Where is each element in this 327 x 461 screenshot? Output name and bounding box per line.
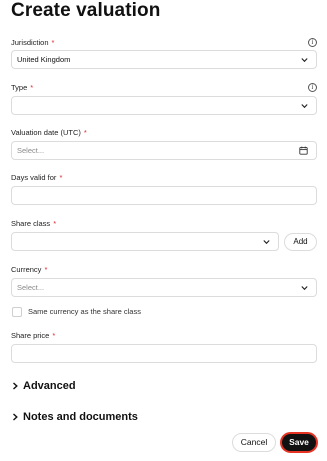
share-price-label: Share price * <box>11 331 55 340</box>
info-icon[interactable]: i <box>308 83 317 92</box>
page-title: Create valuation <box>11 0 161 21</box>
jurisdiction-label-text: Jurisdiction <box>11 38 49 47</box>
required-marker: * <box>44 265 48 274</box>
type-label-text: Type <box>11 83 28 92</box>
calendar-icon <box>299 146 308 155</box>
valuation-date-label-text: Valuation date (UTC) <box>11 128 81 137</box>
jurisdiction-label: Jurisdiction * <box>11 38 54 47</box>
add-share-class-button[interactable]: Add <box>284 233 317 251</box>
days-valid-input[interactable] <box>11 186 317 205</box>
same-currency-checkbox[interactable] <box>12 307 22 317</box>
days-valid-label-text: Days valid for <box>11 173 57 182</box>
jurisdiction-select[interactable]: United Kingdom <box>11 50 317 69</box>
notes-section-title: Notes and documents <box>23 411 138 423</box>
currency-placeholder: Select... <box>17 283 45 292</box>
required-marker: * <box>52 331 56 340</box>
share-class-select[interactable] <box>11 232 279 251</box>
currency-select[interactable]: Select... <box>11 278 317 297</box>
required-marker: * <box>30 83 34 92</box>
save-button[interactable]: Save <box>280 432 318 453</box>
chevron-down-icon <box>301 58 308 63</box>
share-price-label-text: Share price <box>11 331 50 340</box>
share-class-label-text: Share class <box>11 219 51 228</box>
info-icon[interactable]: i <box>308 38 317 47</box>
currency-label-text: Currency <box>11 265 42 274</box>
chevron-down-icon <box>301 286 308 291</box>
notes-section-toggle[interactable]: Notes and documents <box>11 411 138 423</box>
valuation-date-picker[interactable]: Select... <box>11 141 317 160</box>
advanced-section-toggle[interactable]: Advanced <box>11 380 76 392</box>
currency-label: Currency * <box>11 265 47 274</box>
chevron-down-icon <box>301 104 308 109</box>
type-label: Type * <box>11 83 33 92</box>
type-select[interactable] <box>11 96 317 115</box>
cancel-button[interactable]: Cancel <box>232 433 276 452</box>
required-marker: * <box>53 219 57 228</box>
chevron-right-icon <box>13 382 18 390</box>
required-marker: * <box>59 173 63 182</box>
valuation-date-placeholder: Select... <box>17 146 45 155</box>
required-marker: * <box>51 38 55 47</box>
share-class-label: Share class * <box>11 219 56 228</box>
required-marker: * <box>83 128 87 137</box>
valuation-date-label: Valuation date (UTC) * <box>11 128 87 137</box>
days-valid-label: Days valid for * <box>11 173 62 182</box>
advanced-section-title: Advanced <box>23 380 76 392</box>
same-currency-label: Same currency as the share class <box>28 307 141 316</box>
share-price-input[interactable] <box>11 344 317 363</box>
jurisdiction-value: United Kingdom <box>17 55 71 64</box>
chevron-down-icon <box>263 240 270 245</box>
chevron-right-icon <box>13 413 18 421</box>
